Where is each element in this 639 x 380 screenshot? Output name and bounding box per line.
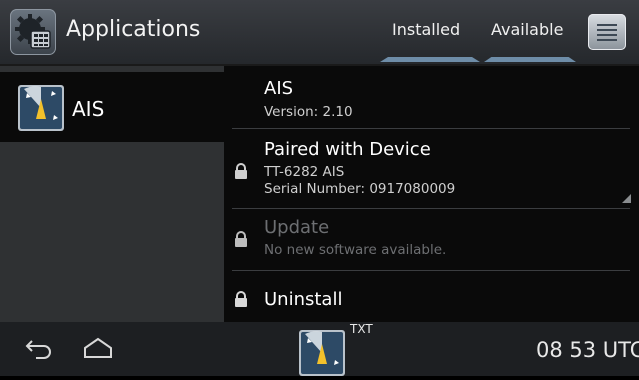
update-row[interactable]: Update No new software available.: [224, 209, 639, 269]
app-list-panel: AIS: [0, 66, 224, 322]
back-icon[interactable]: [24, 338, 54, 360]
app-version: Version: 2.10: [264, 104, 353, 120]
page-title: Applications: [66, 17, 201, 42]
corner-indicator: [622, 194, 631, 203]
menu-list-icon[interactable]: [588, 14, 626, 50]
tab-installed-indicator: [380, 57, 480, 62]
applications-gear-icon: [10, 9, 56, 55]
screen: Applications Installed Available AIS AIS…: [0, 0, 639, 376]
app-details-panel: AIS Version: 2.10 Paired with Device TT-…: [224, 66, 639, 322]
lock-icon: [235, 163, 247, 179]
home-icon[interactable]: [82, 336, 114, 360]
list-item-ais[interactable]: AIS: [0, 72, 224, 142]
system-bar: TXT 08 53 UTC: [0, 322, 639, 376]
ais-radar-icon: [18, 85, 64, 131]
clock: 08 53 UTC: [536, 338, 639, 362]
update-title: Update: [264, 217, 330, 238]
list-item-label: AIS: [72, 97, 105, 121]
update-status: No new software available.: [264, 242, 447, 258]
top-bar: Applications Installed Available: [0, 0, 639, 66]
paired-title: Paired with Device: [264, 139, 431, 160]
paired-serial-number: Serial Number: 0917080009: [264, 181, 456, 197]
lock-icon: [235, 231, 247, 247]
txt-label: TXT: [350, 322, 373, 336]
uninstall-title: Uninstall: [264, 289, 343, 310]
paired-device-name: TT-6282 AIS: [264, 164, 345, 180]
tab-available[interactable]: Available: [491, 20, 563, 39]
ais-radar-icon[interactable]: [298, 330, 346, 376]
lock-icon: [235, 291, 247, 307]
paired-device-row[interactable]: Paired with Device TT-6282 AIS Serial Nu…: [224, 129, 639, 207]
app-info-row: AIS Version: 2.10: [224, 66, 639, 128]
tab-installed[interactable]: Installed: [392, 20, 460, 39]
uninstall-row[interactable]: Uninstall: [224, 271, 639, 322]
tab-available-indicator: [484, 57, 576, 62]
app-name: AIS: [264, 78, 294, 99]
